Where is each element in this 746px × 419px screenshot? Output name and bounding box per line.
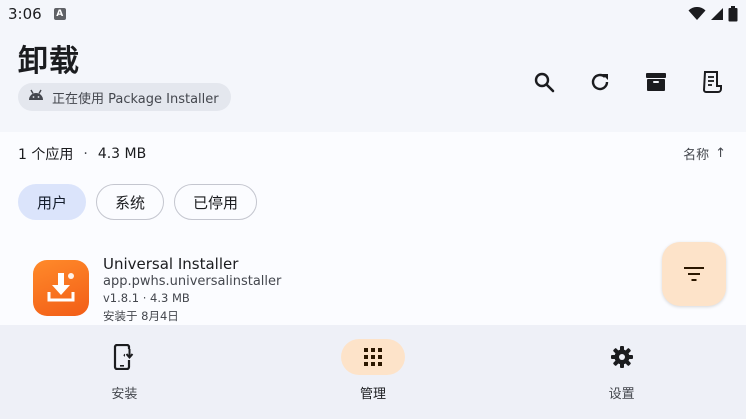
bottom-navigation: 安装 管理 设置 [0, 325, 746, 419]
log-button[interactable] [694, 64, 730, 100]
app-icon [33, 260, 89, 316]
app-version-size: v1.8.1 · 4.3 MB [103, 291, 190, 305]
nav-manage[interactable]: 管理 [249, 325, 498, 419]
tab-disabled[interactable]: 已停用 [174, 184, 258, 220]
search-icon [534, 72, 555, 93]
refresh-icon [591, 73, 609, 91]
nav-install-label: 安装 [111, 387, 138, 402]
app-name: Universal Installer [103, 255, 239, 273]
status-icons [688, 6, 738, 22]
gear-icon [610, 346, 633, 368]
filter-tabs: 用户 系统 已停用 [18, 184, 258, 220]
nav-install[interactable]: 安装 [0, 325, 249, 419]
sort-arrow-icon: ↑ [715, 146, 726, 161]
install-phone-icon [114, 344, 135, 370]
app-install-date: 安装于 8月4日 [103, 309, 179, 323]
filter-icon [684, 267, 704, 281]
tab-system[interactable]: 系统 [96, 184, 165, 220]
signal-icon [710, 7, 724, 21]
summary: 1 个应用 · 4.3 MB [18, 144, 146, 164]
battery-icon [728, 6, 738, 22]
sort-button[interactable]: 名称 ↑ [683, 144, 726, 163]
app-package: app.pwhs.universalinstaller [103, 274, 282, 289]
nav-settings[interactable]: 设置 [497, 325, 746, 419]
archive-icon [646, 73, 666, 91]
filter-fab[interactable] [662, 242, 726, 306]
header-actions [526, 64, 730, 100]
page-title: 卸载 [18, 44, 80, 79]
archive-button[interactable] [638, 64, 674, 100]
app-count: 1 个应用 [18, 147, 74, 163]
search-button[interactable] [526, 64, 562, 100]
status-time: 3:06 [8, 5, 42, 23]
android-icon [28, 89, 44, 105]
list-item[interactable]: Universal Installer app.pwhs.universalin… [0, 250, 746, 330]
app-list-panel: 1 个应用 · 4.3 MB 名称 ↑ 用户 系统 已停用 Universal … [0, 132, 746, 325]
nav-manage-label: 管理 [360, 387, 387, 402]
installer-chip-label: 正在使用 Package Installer [52, 91, 219, 107]
refresh-button[interactable] [582, 64, 618, 100]
status-bar: 3:06 A [0, 0, 746, 28]
wifi-icon [688, 7, 706, 21]
notification-app-icon: A [53, 8, 66, 20]
sort-label: 名称 [683, 148, 710, 163]
receipt-icon [702, 71, 722, 93]
nav-settings-label: 设置 [608, 387, 635, 402]
top-app-bar: 卸载 正在使用 Package Installer [0, 28, 746, 132]
tab-user[interactable]: 用户 [18, 184, 87, 220]
summary-separator: · [83, 146, 88, 162]
installer-chip[interactable]: 正在使用 Package Installer [18, 83, 231, 111]
total-size: 4.3 MB [97, 146, 147, 162]
grid-icon [364, 348, 382, 366]
